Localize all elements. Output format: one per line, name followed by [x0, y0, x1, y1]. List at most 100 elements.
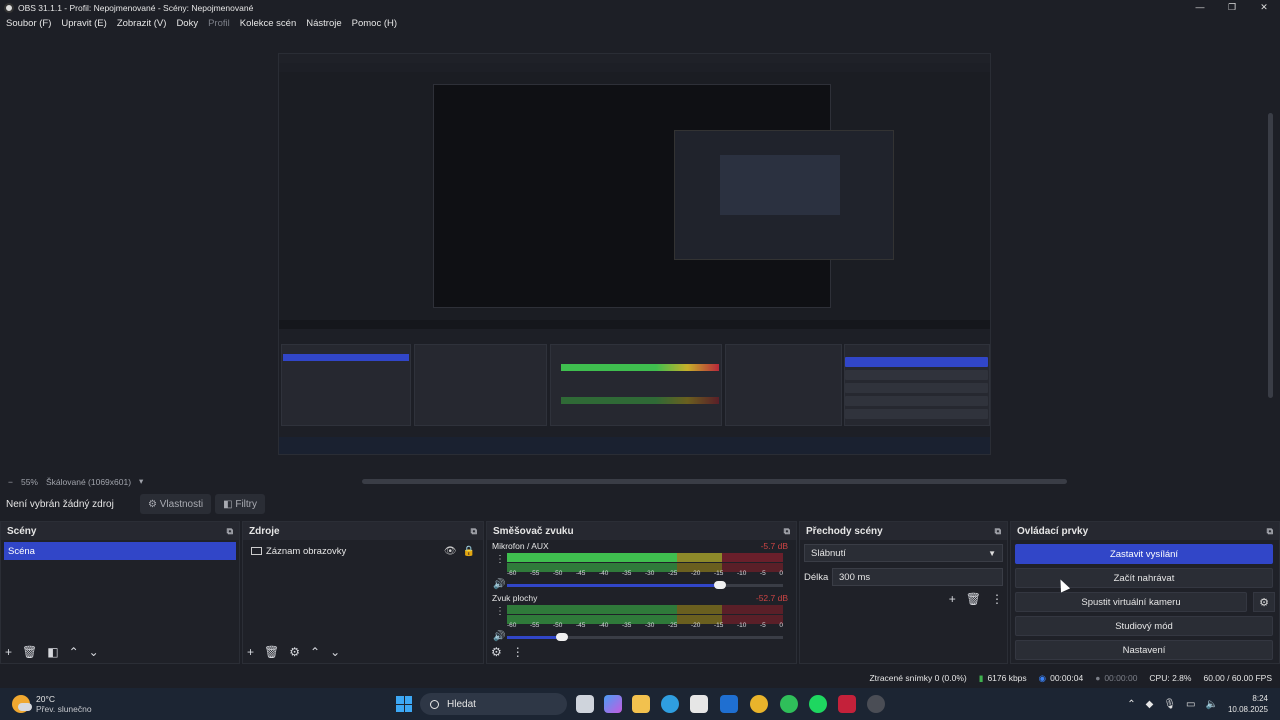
clock[interactable]: 8:24 10.08.2025: [1228, 693, 1268, 715]
chevron-up-icon[interactable]: ⌃: [1127, 699, 1135, 710]
lock-icon[interactable]: 🔒: [463, 546, 475, 557]
minimize-button[interactable]: —: [1184, 0, 1216, 15]
add-transition-button[interactable]: +: [949, 592, 956, 606]
properties-button[interactable]: ⚙ Vlastnosti: [140, 494, 212, 514]
settings-button[interactable]: Nastavení: [1015, 640, 1273, 660]
eye-icon[interactable]: 👁: [444, 546, 457, 557]
transition-select[interactable]: Slábnutí ▼: [804, 544, 1003, 562]
volume-slider[interactable]: [507, 581, 783, 589]
menu-edit[interactable]: Upravit (E): [61, 18, 106, 29]
whatsapp-icon[interactable]: [780, 695, 798, 713]
nested-mixer-dock: [550, 344, 722, 426]
meter-ticks: -60 -55 -50 -45 -40 -35 -30 -25 -20 -15 -10 -5 0: [507, 570, 783, 577]
track-name: Zvuk plochy: [492, 593, 538, 603]
zoom-level[interactable]: 55%: [21, 477, 38, 487]
scale-mode-dropdown[interactable]: Škálované (1069x601): [46, 477, 131, 487]
windows-start-icon[interactable]: [396, 696, 412, 712]
task-view-icon[interactable]: [576, 695, 594, 713]
no-source-selected-label: Není vybrán žádný zdroj: [6, 498, 114, 510]
copilot-icon[interactable]: [604, 695, 622, 713]
track-menu-icon[interactable]: ⋮: [495, 554, 505, 565]
mixer-menu-icon[interactable]: ⋮: [512, 645, 524, 659]
status-bar: Ztracené snímky 0 (0.0%) ▮ 6176 kbps ◉ 00:…: [0, 668, 1280, 688]
speaker-icon[interactable]: 🔊: [493, 579, 505, 590]
transition-menu-icon[interactable]: ⋮: [991, 592, 1003, 606]
transition-value: Slábnutí: [811, 547, 846, 559]
edge-icon[interactable]: [661, 695, 679, 713]
file-explorer-icon[interactable]: [632, 695, 650, 713]
gear-icon: ⚙: [148, 498, 160, 510]
network-icon[interactable]: ▭: [1186, 699, 1195, 710]
maximize-button[interactable]: ❐: [1216, 0, 1248, 15]
spotify-icon[interactable]: [809, 695, 827, 713]
scene-filters-button[interactable]: ◧: [47, 645, 58, 659]
preview-horizontal-scrollbar[interactable]: [362, 479, 1067, 484]
preview-vertical-scrollbar[interactable]: [1268, 113, 1273, 398]
remove-scene-button[interactable]: 🗑: [22, 645, 37, 659]
move-up-button[interactable]: ⌃: [69, 645, 79, 659]
nested-deep-capture-inner: [720, 155, 840, 215]
dock-float-icon[interactable]: ⧉: [227, 526, 233, 537]
scene-item[interactable]: Scéna: [4, 542, 236, 560]
dock-float-icon[interactable]: ⧉: [1267, 526, 1273, 537]
add-scene-button[interactable]: +: [5, 645, 12, 659]
sources-dock: Zdroje ⧉ Záznam obrazovky 👁 🔒 + 🗑 ⚙ ⌃ ⌄: [242, 521, 484, 664]
chevron-down-icon[interactable]: ▾: [139, 476, 143, 487]
weather-widget[interactable]: 20°C Přev. slunečno: [36, 694, 92, 714]
dropped-frames: Ztracené snímky 0 (0.0%): [869, 673, 967, 683]
acrobat-icon[interactable]: [838, 695, 856, 713]
chevron-down-icon: ▼: [988, 548, 996, 558]
weather-icon[interactable]: [12, 695, 32, 713]
source-properties-button[interactable]: ⚙: [289, 645, 300, 659]
record-time-value: 00:00:00: [1104, 673, 1138, 683]
move-down-button[interactable]: ⌄: [330, 645, 340, 659]
source-item[interactable]: Záznam obrazovky 👁 🔒: [247, 542, 479, 560]
dock-float-icon[interactable]: ⧉: [995, 526, 1001, 537]
dock-float-icon[interactable]: ⧉: [471, 526, 477, 537]
zoom-out-button[interactable]: −: [8, 477, 13, 487]
menu-help[interactable]: Pomoc (H): [352, 18, 397, 29]
monitor-icon: [251, 547, 262, 555]
start-recording-button[interactable]: Začít nahrávat: [1015, 568, 1273, 588]
add-source-button[interactable]: +: [247, 645, 254, 659]
obs-taskbar-icon[interactable]: [867, 695, 885, 713]
duration-field[interactable]: 300 ms: [832, 568, 1003, 586]
menu-file[interactable]: Soubor (F): [6, 18, 51, 29]
dock-float-icon[interactable]: ⧉: [784, 526, 790, 537]
transitions-title: Přechody scény: [806, 525, 883, 537]
menu-scene-collection[interactable]: Kolekce scén: [240, 18, 297, 29]
start-virtual-camera-button[interactable]: Spustit virtuální kameru: [1015, 592, 1247, 612]
weather-desc: Přev. slunečno: [36, 704, 92, 714]
tray-app-icon[interactable]: ◆: [1146, 699, 1154, 710]
taskbar-search[interactable]: Hledat: [420, 693, 567, 715]
volume-slider[interactable]: [507, 633, 783, 641]
menu-profile[interactable]: Profil: [208, 18, 230, 29]
outlook-icon[interactable]: [720, 695, 738, 713]
advanced-audio-button[interactable]: ⚙: [491, 645, 502, 659]
close-button[interactable]: ✕: [1248, 0, 1280, 15]
duration-label: Délka: [804, 571, 829, 583]
stop-streaming-button[interactable]: Zastavit vysílání: [1015, 544, 1273, 564]
volume-fill: [507, 636, 563, 639]
menu-tools[interactable]: Nástroje: [306, 18, 341, 29]
track-menu-icon[interactable]: ⋮: [495, 606, 505, 617]
volume-icon[interactable]: 🔈: [1206, 699, 1218, 710]
remove-transition-button[interactable]: 🗑: [966, 592, 981, 606]
preview-canvas[interactable]: [278, 53, 991, 455]
move-up-button[interactable]: ⌃: [310, 645, 320, 659]
menu-view[interactable]: Zobrazit (V): [117, 18, 167, 29]
store-icon[interactable]: [690, 695, 708, 713]
filters-button[interactable]: ◧ Filtry: [215, 494, 266, 514]
studio-mode-button[interactable]: Studiový mód: [1015, 616, 1273, 636]
virtual-camera-settings-button[interactable]: ⚙: [1253, 592, 1275, 612]
menu-docks[interactable]: Doky: [176, 18, 198, 29]
chrome-icon[interactable]: [750, 695, 768, 713]
volume-knob[interactable]: [713, 581, 726, 589]
volume-knob[interactable]: [556, 633, 569, 641]
nested-window-menubar: [279, 63, 990, 72]
nested-taskbar: [279, 437, 990, 454]
move-down-button[interactable]: ⌄: [89, 645, 99, 659]
microphone-icon[interactable]: 🎙: [1163, 699, 1176, 710]
remove-source-button[interactable]: 🗑: [264, 645, 279, 659]
level-meter: [507, 553, 783, 562]
